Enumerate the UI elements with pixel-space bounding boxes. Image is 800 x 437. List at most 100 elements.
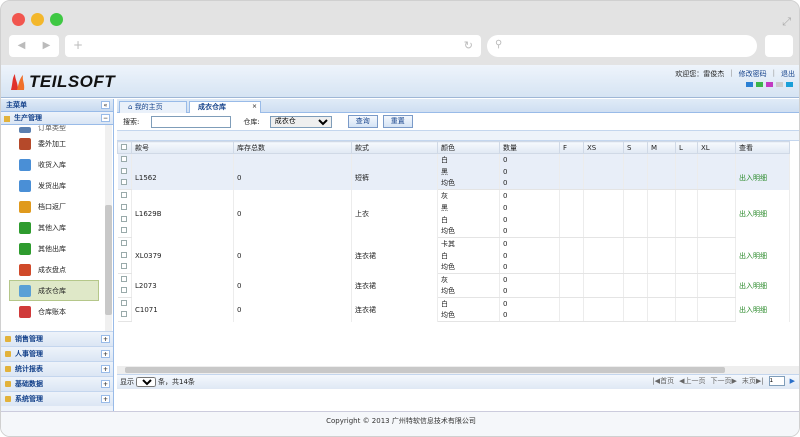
detail-link[interactable]: 出入明细 xyxy=(735,297,790,322)
sidebar-group[interactable]: 销售管理 + xyxy=(1,331,113,346)
theme-swatch[interactable] xyxy=(776,82,783,87)
section-header-production[interactable]: 生产管理 − xyxy=(1,112,113,125)
row-checkbox[interactable] xyxy=(120,299,127,306)
row-checkbox[interactable] xyxy=(120,215,127,222)
column-header[interactable]: L xyxy=(675,141,698,154)
menu-item[interactable]: 发货出库 xyxy=(1,175,113,196)
expand-group-button[interactable]: + xyxy=(101,365,110,373)
sidebar-scroll-thumb[interactable] xyxy=(105,205,112,315)
tab-home[interactable]: ⌂ 我的主页 xyxy=(119,101,187,113)
minimize-window-icon[interactable] xyxy=(31,13,44,26)
row-checkbox[interactable] xyxy=(120,287,127,294)
row-checkbox[interactable] xyxy=(120,179,127,186)
theme-swatch[interactable] xyxy=(756,82,763,87)
menu-item[interactable]: 收货入库 xyxy=(1,154,113,175)
table-row[interactable]: 白0 xyxy=(117,153,790,166)
expand-group-button[interactable]: + xyxy=(101,335,110,343)
row-checkbox[interactable] xyxy=(120,275,127,282)
url-bar[interactable]: + ↻ xyxy=(65,35,481,57)
browser-search-bar[interactable]: ⚲ xyxy=(487,35,757,57)
column-header[interactable]: 颜色 xyxy=(437,141,500,154)
row-checkbox[interactable] xyxy=(120,155,127,162)
detail-link[interactable]: 出入明细 xyxy=(735,189,790,238)
menu-item[interactable]: 其他入库 xyxy=(1,217,113,238)
table-row[interactable]: L2073 0 连衣裙灰 0 出入明细 xyxy=(117,273,790,298)
column-header[interactable]: 查看 xyxy=(735,141,790,154)
next-page-button[interactable]: 下一页▶ xyxy=(710,376,736,386)
menu-item[interactable]: 成衣仓库 xyxy=(9,280,99,301)
collapse-section-button[interactable]: − xyxy=(101,114,110,122)
search-input[interactable] xyxy=(151,115,232,128)
expand-group-button[interactable]: + xyxy=(101,350,110,358)
page-number-input[interactable] xyxy=(768,376,785,386)
first-page-button[interactable]: |◀首页 xyxy=(652,376,674,386)
new-tab-icon[interactable]: + xyxy=(73,38,83,52)
menu-item[interactable]: 成衣盘点 xyxy=(1,259,113,280)
row-checkbox[interactable] xyxy=(120,191,127,198)
row-checkbox[interactable] xyxy=(120,239,127,246)
collapse-sidebar-button[interactable]: « xyxy=(101,101,110,109)
column-header[interactable]: XL xyxy=(697,141,736,154)
column-header[interactable]: 库存总数 xyxy=(233,141,352,154)
grid-hscrollbar[interactable] xyxy=(117,366,799,374)
search-icon: ⚲ xyxy=(495,39,503,50)
tab-warehouse[interactable]: 成衣仓库 × xyxy=(189,101,261,113)
row-checkbox[interactable] xyxy=(120,167,127,174)
table-row[interactable]: XL0379 0 连衣裙 卡其 0 出入明细 xyxy=(117,237,790,274)
column-header[interactable]: F xyxy=(559,141,584,154)
expand-group-button[interactable]: + xyxy=(101,380,110,388)
menu-item[interactable]: 委外加工 xyxy=(1,133,113,154)
detail-link[interactable]: 出入明细 xyxy=(735,273,790,298)
menu-item[interactable]: 档口返厂 xyxy=(1,196,113,217)
page-size-select[interactable]: 20 xyxy=(136,377,156,387)
browser-menu-button[interactable] xyxy=(765,35,793,57)
expand-group-button[interactable]: + xyxy=(101,395,110,403)
row-checkbox[interactable] xyxy=(120,251,127,258)
prev-page-button[interactable]: ◀上一页 xyxy=(679,376,705,386)
table-row[interactable]: L1629B 0 上衣灰 0 出入明细 xyxy=(117,189,790,238)
reset-button[interactable]: 重置 xyxy=(382,115,413,128)
theme-swatch[interactable] xyxy=(766,82,773,87)
qty-cell: 0 xyxy=(499,201,560,214)
close-window-icon[interactable] xyxy=(12,13,25,26)
color-cell: 灰 xyxy=(437,273,500,286)
maximize-window-icon[interactable] xyxy=(50,13,63,26)
sidebar-group[interactable]: 基础数据 + xyxy=(1,376,113,391)
back-icon[interactable]: ◀ xyxy=(18,35,26,57)
forward-icon[interactable]: ▶ xyxy=(43,35,51,57)
reload-icon[interactable]: ↻ xyxy=(464,39,473,52)
column-header[interactable]: 款号 xyxy=(131,141,234,154)
detail-link[interactable]: 出入明细 xyxy=(735,237,790,274)
row-checkbox[interactable] xyxy=(120,227,127,234)
column-header[interactable]: S xyxy=(623,141,648,154)
table-row[interactable]: L1562 0 短裤黑 0 出入明细 xyxy=(117,165,790,190)
theme-swatch[interactable] xyxy=(786,82,793,87)
column-header[interactable]: 数量 xyxy=(499,141,560,154)
row-checkbox[interactable] xyxy=(120,203,127,210)
detail-link[interactable]: 出入明细 xyxy=(735,165,790,190)
fullscreen-icon[interactable]: ⤢ xyxy=(782,15,791,29)
menu-item[interactable]: 其他出库 xyxy=(1,238,113,259)
go-page-icon[interactable]: ▶ xyxy=(790,377,795,385)
change-password-link[interactable]: 修改密码 xyxy=(739,69,767,79)
last-page-button[interactable]: 末页▶| xyxy=(742,376,764,386)
query-button[interactable]: 查询 xyxy=(347,115,378,128)
menu-item[interactable]: 仓库账本 xyxy=(1,301,113,322)
logout-link[interactable]: 退出 xyxy=(781,69,795,79)
row-checkbox[interactable] xyxy=(120,311,127,318)
sidebar-group[interactable]: 系统管理 + xyxy=(1,391,113,406)
row-checkbox[interactable] xyxy=(120,263,127,270)
grid-hscroll-thumb[interactable] xyxy=(125,367,725,373)
theme-swatch[interactable] xyxy=(746,82,753,87)
menu-item-partial[interactable]: 订单类型 xyxy=(1,125,113,133)
select-all-checkbox[interactable] xyxy=(121,143,127,150)
column-header[interactable]: 款式 xyxy=(351,141,438,154)
close-tab-icon[interactable]: × xyxy=(252,101,257,112)
warehouse-select[interactable]: 成衣仓 xyxy=(269,115,332,128)
sidebar-group[interactable]: 人事管理 + xyxy=(1,346,113,361)
table-row[interactable]: C1071 0 连衣裙白 0 出入明细 xyxy=(117,297,790,322)
menu-item-label: 成衣仓库 xyxy=(38,286,66,295)
sidebar-group[interactable]: 统计报表 + xyxy=(1,361,113,376)
column-header[interactable]: M xyxy=(647,141,676,154)
column-header[interactable]: XS xyxy=(583,141,624,154)
